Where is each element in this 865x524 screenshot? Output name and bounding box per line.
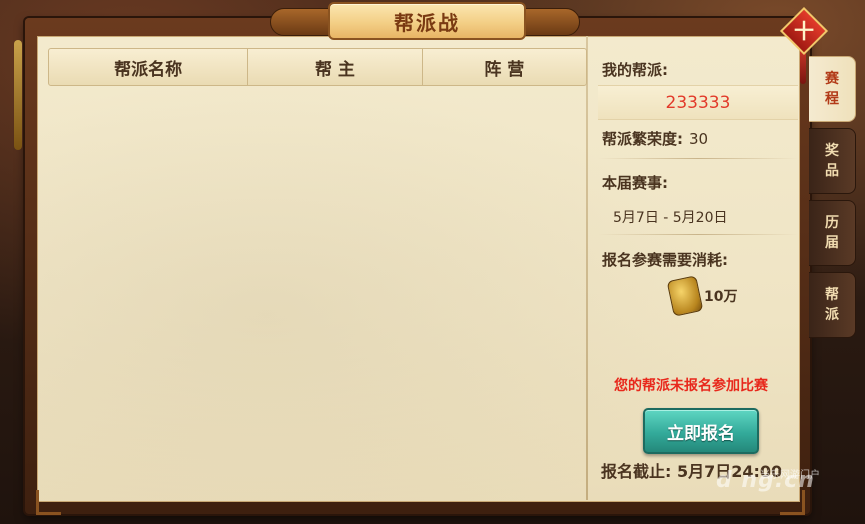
tassel-decoration [14, 40, 22, 150]
tab-guild-char-2: 派 [825, 307, 839, 323]
corner-ornament-left [36, 490, 61, 515]
tab-rewards[interactable]: 奖 品 [809, 128, 856, 194]
tab-history[interactable]: 历 届 [809, 200, 856, 266]
signup-button[interactable]: 立即报名 [643, 408, 759, 454]
panel-divider [586, 36, 588, 500]
my-guild-value: 233333 [665, 92, 731, 113]
column-header-faction[interactable]: 阵 营 [423, 49, 586, 85]
section-divider [598, 158, 798, 159]
guild-table-header: 帮派名称 帮 主 阵 营 [48, 48, 587, 86]
guild-table-body [48, 86, 585, 486]
prosperity-label: 帮派繁荣度: [602, 130, 683, 148]
column-header-leader[interactable]: 帮 主 [248, 49, 423, 85]
signup-button-label: 立即报名 [667, 423, 735, 444]
tab-rewards-char-2: 品 [825, 163, 839, 179]
title-plate: 帮派战 [328, 2, 526, 40]
cost-row: 10万 [666, 275, 738, 317]
section-divider-2 [598, 234, 798, 235]
column-header-guild-name[interactable]: 帮派名称 [49, 49, 249, 85]
signup-notice: 您的帮派未报名参加比赛 [614, 378, 768, 394]
tab-schedule[interactable]: 赛 程 [809, 56, 856, 122]
close-icon: 十 [794, 19, 814, 43]
tab-history-char-2: 届 [825, 235, 839, 251]
season-label: 本届赛事: [602, 174, 668, 192]
tab-guild[interactable]: 帮 派 [809, 272, 856, 338]
tab-guild-char-1: 帮 [825, 287, 839, 303]
tab-schedule-char-2: 程 [825, 91, 839, 107]
cost-label: 报名参赛需要消耗: [602, 251, 728, 269]
my-guild-label: 我的帮派: [602, 61, 668, 79]
corner-ornament-right [780, 490, 805, 515]
my-guild-box: 233333 [598, 85, 798, 120]
tab-rewards-char-1: 奖 [825, 143, 839, 159]
watermark-logo: d ng.cn [716, 468, 815, 493]
tab-schedule-char-1: 赛 [825, 71, 839, 87]
prosperity-row: 帮派繁荣度: 30 [602, 128, 708, 149]
tab-history-char-1: 历 [825, 215, 839, 231]
cost-value: 10万 [704, 289, 738, 305]
gold-token-icon [666, 275, 704, 317]
season-dates: 5月7日 - 5月20日 [613, 210, 728, 226]
title-banner: 帮派战 [270, 0, 580, 40]
prosperity-value: 30 [689, 130, 709, 148]
window-title: 帮派战 [394, 10, 460, 35]
